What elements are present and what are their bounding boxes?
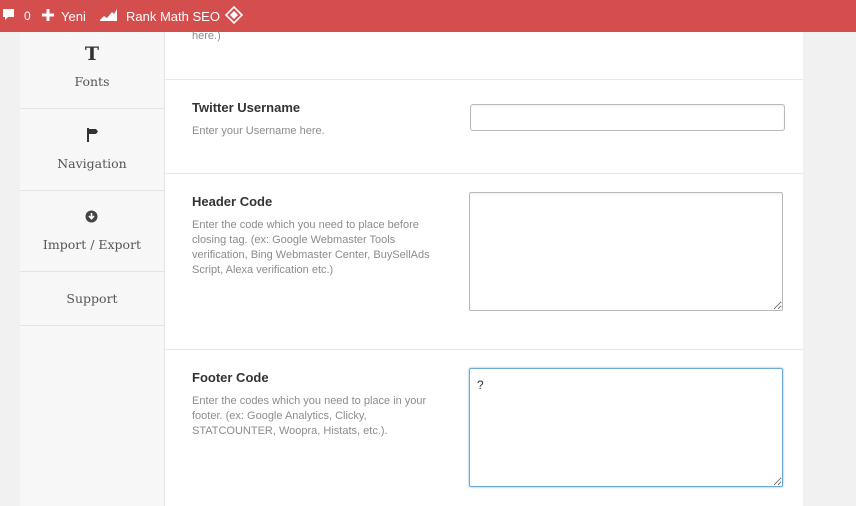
rankmath-label: Rank Math SEO [126,8,220,24]
header-code-desc: Enter the code which you need to place b… [192,219,430,276]
footer-code-textarea[interactable]: ? [469,368,783,487]
signpost-icon [85,128,98,147]
new-label: Yeni [61,8,86,24]
right-gutter [803,32,856,506]
header-code-section: Header Code Enter the code which you nee… [165,174,803,350]
previous-section: here.) [165,30,803,80]
twitter-username-title: Twitter Username [192,100,301,115]
header-code-textarea[interactable] [469,192,783,311]
admin-bar: 0 Yeni Rank Math SEO [0,0,856,32]
sidebar-item-label: Import / Export [42,237,142,252]
comments-menu[interactable]: 0 [0,0,42,32]
comment-icon [2,8,15,24]
previous-section-desc: here.) [192,30,221,42]
comments-count: 0 [24,9,31,23]
sidebar-item-fonts[interactable]: T Fonts [20,32,164,109]
fonts-icon: T [84,43,100,65]
sidebar-item-navigation[interactable]: Navigation [20,109,164,191]
rankmath-icon [100,8,118,24]
diamond-icon [224,5,244,27]
sidebar-item-import-export[interactable]: Import / Export [20,191,164,272]
sidebar-item-support[interactable]: Support [20,272,164,326]
sidebar-item-label: Navigation [57,156,127,171]
footer-code-section: Footer Code Enter the codes which you ne… [165,350,803,506]
twitter-username-section: Twitter Username Enter your Username her… [165,80,803,174]
twitter-username-desc: Enter your Username here. [192,125,325,137]
sidebar-item-label: Fonts [74,74,110,89]
theme-options-menu[interactable] [222,0,246,32]
plus-icon [42,8,54,24]
footer-code-desc: Enter the codes which you need to place … [192,395,427,437]
new-content-menu[interactable]: Yeni [42,0,100,32]
twitter-username-input[interactable] [470,104,785,131]
sidebar-item-label: Support [66,291,118,306]
arrow-down-circle-icon [85,210,98,228]
footer-code-title: Footer Code [192,370,269,385]
header-code-title: Header Code [192,194,273,209]
options-sidebar: T Fonts Navigation Import / Export Suppo… [20,32,165,506]
options-panel: here.) Twitter Username Enter your Usern… [165,30,803,506]
rankmath-menu[interactable]: Rank Math SEO [100,0,222,32]
